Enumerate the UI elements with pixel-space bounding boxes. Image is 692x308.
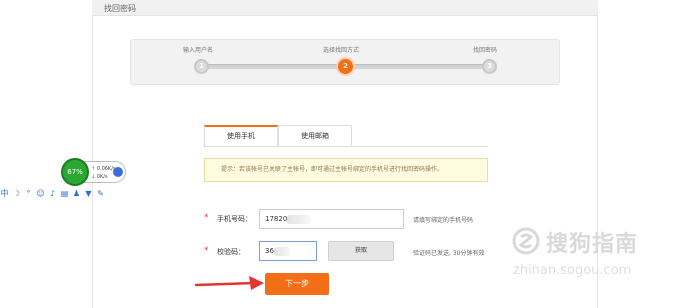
ime-mode-icon[interactable]: 中 bbox=[0, 189, 9, 198]
wrench-icon[interactable]: ✎ bbox=[96, 189, 105, 198]
watermark-url: zhinan.sogou.com bbox=[513, 263, 632, 278]
ime-toolbar: 中 ☽ ° ☺ ♪ ▤ ♟ ▼ ✎ bbox=[0, 189, 105, 201]
punctuation-icon[interactable]: ° bbox=[24, 189, 33, 198]
red-arrow-annotation bbox=[194, 276, 264, 290]
upload-arrow-icon: ↑ bbox=[91, 166, 96, 172]
moon-icon[interactable]: ☽ bbox=[12, 189, 21, 198]
download-speed: ↓ 0K/s bbox=[91, 174, 108, 180]
upload-speed: ↑ 0.06K/s bbox=[91, 166, 116, 172]
emoji-icon[interactable]: ☺ bbox=[36, 189, 45, 198]
sogou-logo-icon bbox=[512, 227, 540, 255]
user-icon[interactable]: ♟ bbox=[72, 189, 81, 198]
download-arrow-icon: ↓ bbox=[91, 174, 96, 180]
watermark-title: 搜狗指南 bbox=[546, 232, 639, 257]
keyboard-icon[interactable]: ▤ bbox=[60, 189, 69, 198]
shirt-icon[interactable]: ▼ bbox=[84, 189, 93, 198]
microphone-icon[interactable]: ♪ bbox=[48, 189, 57, 198]
accelerate-icon[interactable] bbox=[113, 167, 123, 177]
download-speed-value: 0K/s bbox=[96, 174, 108, 180]
network-usage-circle[interactable]: 67% bbox=[61, 158, 89, 186]
